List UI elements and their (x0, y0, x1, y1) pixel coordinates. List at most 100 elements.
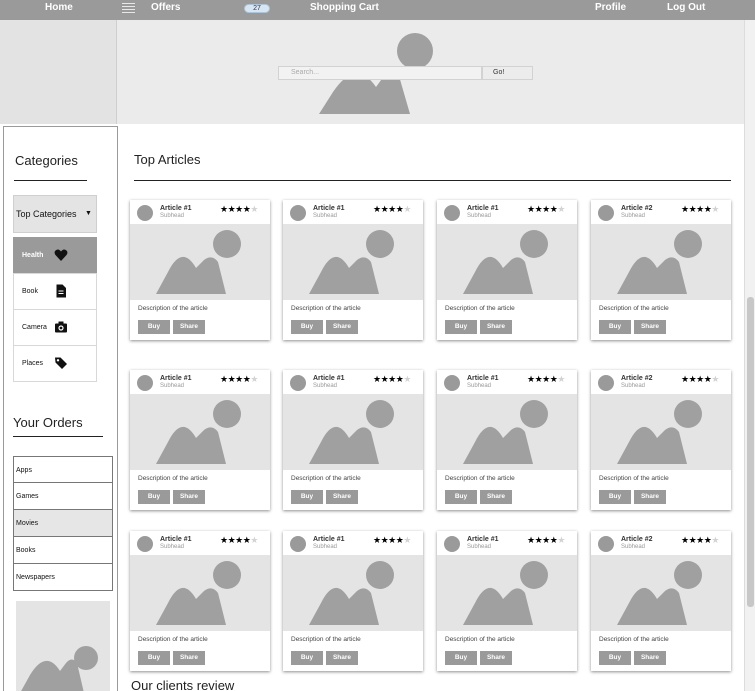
hamburger-menu-icon[interactable] (122, 3, 135, 14)
buy-button[interactable]: Buy (599, 651, 631, 665)
article-image-placeholder (283, 224, 423, 300)
star-rating-icon: ★★★★★ (373, 535, 411, 545)
article-image-placeholder (437, 224, 577, 300)
buy-button[interactable]: Buy (445, 490, 477, 504)
article-description: Description of the article (138, 305, 208, 312)
nav-home-link[interactable]: Home (45, 2, 73, 13)
share-button[interactable]: Share (326, 490, 358, 504)
article-image-placeholder (591, 555, 731, 631)
buy-button[interactable]: Buy (445, 651, 477, 665)
order-item-apps[interactable]: Apps (13, 456, 113, 483)
nav-offers-link[interactable]: Offers (151, 2, 180, 13)
article-card[interactable]: Article #1 Subhead ★★★★★ Description of the… (437, 200, 577, 340)
buy-button[interactable]: Buy (445, 320, 477, 334)
article-title: Article #2 (621, 536, 653, 543)
share-button[interactable]: Share (480, 320, 512, 334)
star-rating-icon: ★★★★★ (527, 374, 565, 384)
article-title: Article #1 (313, 375, 345, 382)
share-button[interactable]: Share (173, 651, 205, 665)
camera-icon (55, 321, 67, 333)
share-button[interactable]: Share (634, 651, 666, 665)
article-title: Article #1 (467, 205, 499, 212)
article-subhead: Subhead (467, 383, 492, 389)
article-card[interactable]: Article #2 Subhead ★★★★★ Description of the… (591, 200, 731, 340)
categories-title: Categories (15, 153, 78, 168)
share-button[interactable]: Share (480, 651, 512, 665)
category-item-health[interactable]: Health (13, 237, 97, 274)
cart-count-badge: 27 (244, 4, 270, 13)
category-label: Health (22, 252, 44, 259)
author-avatar (598, 205, 614, 221)
article-card[interactable]: Article #1 Subhead ★★★★★ Description of the… (437, 531, 577, 671)
author-avatar (444, 205, 460, 221)
article-card[interactable]: Article #1 Subhead ★★★★★ Description of the… (130, 531, 270, 671)
article-description: Description of the article (599, 636, 669, 643)
share-button[interactable]: Share (173, 320, 205, 334)
star-rating-icon: ★★★★★ (373, 374, 411, 384)
article-subhead: Subhead (160, 544, 185, 550)
image-placeholder-icon (617, 561, 702, 625)
article-card[interactable]: Article #1 Subhead ★★★★★ Description of the… (283, 200, 423, 340)
article-title: Article #1 (160, 536, 192, 543)
nav-shopping-cart-link[interactable]: Shopping Cart (310, 2, 379, 13)
dropdown-caret-icon: ▼ (85, 210, 92, 217)
article-title: Article #1 (313, 536, 345, 543)
your-orders-title: Your Orders (13, 415, 83, 430)
article-description: Description of the article (291, 475, 361, 482)
article-image-placeholder (437, 394, 577, 470)
order-item-games[interactable]: Games (13, 483, 113, 510)
vertical-scrollbar[interactable] (744, 20, 755, 691)
author-avatar (290, 205, 306, 221)
article-card[interactable]: Article #2 Subhead ★★★★★ Description of the… (591, 531, 731, 671)
author-avatar (290, 375, 306, 391)
search-go-button[interactable]: Go! (482, 66, 533, 80)
buy-button[interactable]: Buy (599, 320, 631, 334)
article-card[interactable]: Article #2 Subhead ★★★★★ Description of the… (591, 370, 731, 510)
category-item-book[interactable]: Book (13, 273, 97, 310)
article-card[interactable]: Article #1 Subhead ★★★★★ Description of the… (130, 200, 270, 340)
buy-button[interactable]: Buy (138, 320, 170, 334)
article-image-placeholder (283, 394, 423, 470)
nav-logout-link[interactable]: Log Out (667, 2, 705, 13)
nav-profile-link[interactable]: Profile (595, 2, 626, 13)
category-item-camera[interactable]: Camera (13, 309, 97, 346)
buy-button[interactable]: Buy (138, 490, 170, 504)
buy-button[interactable]: Buy (599, 490, 631, 504)
share-button[interactable]: Share (326, 320, 358, 334)
article-card[interactable]: Article #1 Subhead ★★★★★ Description of the… (283, 370, 423, 510)
article-subhead: Subhead (621, 213, 646, 219)
image-placeholder-icon (463, 561, 548, 625)
article-card[interactable]: Article #1 Subhead ★★★★★ Description of the… (283, 531, 423, 671)
share-button[interactable]: Share (634, 490, 666, 504)
author-avatar (444, 536, 460, 552)
article-card[interactable]: Article #1 Subhead ★★★★★ Description of the… (437, 370, 577, 510)
order-item-books[interactable]: Books (13, 537, 113, 564)
categories-divider (14, 180, 87, 181)
dropdown-label: Top Categories (16, 209, 77, 219)
clients-review-title: Our clients review (131, 678, 235, 691)
order-item-movies[interactable]: Movies (13, 510, 113, 537)
buy-button[interactable]: Buy (138, 651, 170, 665)
buy-button[interactable]: Buy (291, 320, 323, 334)
share-button[interactable]: Share (326, 651, 358, 665)
image-placeholder-icon (309, 561, 394, 625)
article-card[interactable]: Article #1 Subhead ★★★★★ Description of the… (130, 370, 270, 510)
top-categories-dropdown[interactable]: Top Categories ▼ (13, 195, 97, 233)
article-subhead: Subhead (313, 544, 338, 550)
search-input[interactable]: Search... (278, 66, 482, 80)
share-button[interactable]: Share (634, 320, 666, 334)
buy-button[interactable]: Buy (291, 651, 323, 665)
article-description: Description of the article (599, 305, 669, 312)
share-button[interactable]: Share (480, 490, 512, 504)
order-item-newspapers[interactable]: Newspapers (13, 564, 113, 591)
image-placeholder-icon (463, 400, 548, 464)
author-avatar (444, 375, 460, 391)
scrollbar-thumb[interactable] (747, 297, 754, 607)
share-button[interactable]: Share (173, 490, 205, 504)
category-item-places[interactable]: Places (13, 345, 97, 382)
image-placeholder-icon (21, 646, 98, 691)
category-label: Camera (22, 324, 47, 331)
article-description: Description of the article (445, 305, 515, 312)
article-description: Description of the article (138, 636, 208, 643)
buy-button[interactable]: Buy (291, 490, 323, 504)
